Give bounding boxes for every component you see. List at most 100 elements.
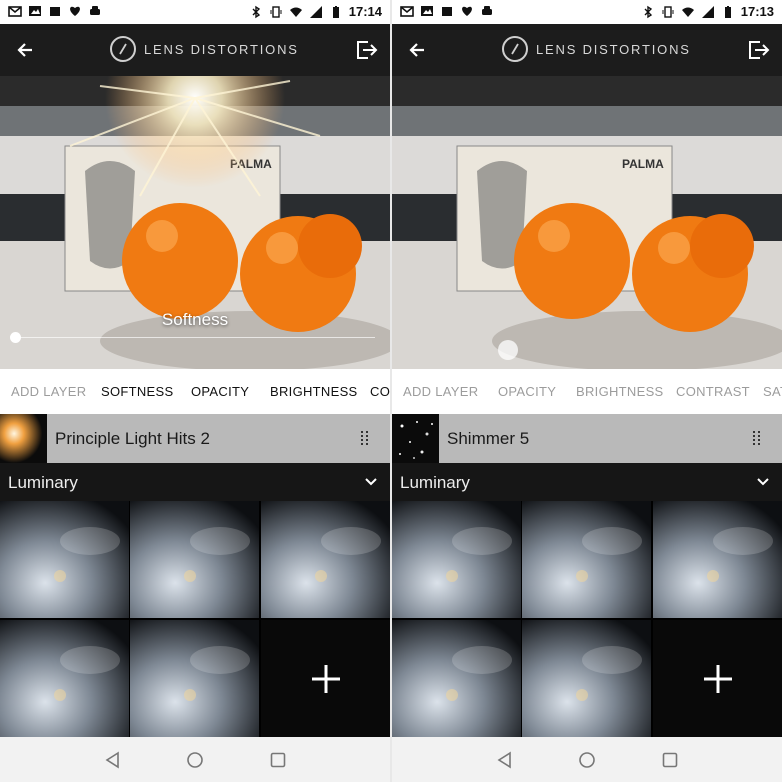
effect-tile[interactable] — [653, 501, 782, 618]
image-icon — [420, 4, 434, 18]
triangle-back-icon — [497, 751, 511, 769]
export-button[interactable] — [744, 36, 772, 64]
layer-name: Principle Light Hits 2 — [55, 429, 210, 448]
plus-icon — [703, 664, 732, 693]
navigation-bar — [392, 737, 782, 782]
image-icon — [28, 4, 42, 18]
adjustment-tabs: ADD LAYER OPACITY BRIGHTNESS CONTRAST SA… — [392, 369, 782, 414]
layer-row[interactable]: Principle Light Hits 2 — [0, 414, 390, 463]
category-dropdown[interactable]: Luminary — [0, 463, 390, 501]
layer-name: Shimmer 5 — [447, 429, 530, 448]
nav-recents-button[interactable] — [661, 751, 679, 769]
bluetooth-icon — [641, 5, 655, 19]
category-label: Luminary — [8, 473, 78, 492]
navigation-bar — [0, 737, 390, 782]
app-bar: LENS DISTORTIONS — [392, 24, 782, 76]
add-effect-button[interactable] — [653, 620, 782, 737]
nav-home-button[interactable] — [578, 751, 596, 769]
adjustment-label: Softness — [161, 310, 229, 329]
add-effect-button[interactable] — [261, 620, 390, 737]
vibrate-icon — [661, 5, 675, 19]
effect-tile[interactable] — [522, 501, 651, 618]
signal-icon — [701, 5, 715, 19]
shopping-icon — [48, 4, 62, 18]
gmail-icon — [400, 4, 414, 18]
app-title: LENS DISTORTIONS — [536, 41, 691, 57]
bluetooth-icon — [249, 5, 263, 19]
app-logo: LENS DISTORTIONS — [110, 36, 299, 62]
tab-opacity[interactable]: OPACITY — [498, 384, 556, 399]
tab-brightness[interactable]: BRIGHTNESS — [270, 384, 358, 399]
vibrate-icon — [269, 5, 283, 19]
drag-handle-icon[interactable] — [360, 430, 370, 448]
adjustment-tabs: ADD LAYER SOFTNESS OPACITY BRIGHTNESS CO… — [0, 369, 390, 414]
chevron-down-icon — [365, 478, 377, 486]
tab-add-layer[interactable]: ADD LAYER — [403, 384, 478, 399]
effect-tile[interactable] — [130, 501, 259, 618]
photo-preview[interactable]: Softness — [0, 76, 390, 369]
effect-tile[interactable] — [522, 620, 651, 737]
tab-saturation[interactable]: SAT — [763, 384, 782, 399]
app-title: LENS DISTORTIONS — [144, 41, 299, 57]
effect-tile[interactable] — [0, 501, 129, 618]
effect-tile[interactable] — [392, 620, 521, 737]
signal-icon — [309, 5, 323, 19]
square-recents-icon — [270, 752, 286, 768]
wifi-icon — [289, 5, 303, 19]
square-recents-icon — [662, 752, 678, 768]
heart-icon — [460, 4, 474, 18]
effect-tile[interactable] — [392, 501, 521, 618]
battery-icon — [329, 5, 343, 19]
export-button[interactable] — [352, 36, 380, 64]
plus-icon — [311, 664, 340, 693]
arrow-left-icon — [17, 43, 32, 57]
tab-opacity[interactable]: OPACITY — [191, 384, 249, 399]
category-label: Luminary — [400, 473, 470, 492]
nav-back-button[interactable] — [104, 751, 122, 769]
effect-grid — [392, 501, 782, 737]
app-logo: LENS DISTORTIONS — [502, 36, 691, 62]
tab-brightness[interactable]: BRIGHTNESS — [576, 384, 664, 399]
back-button[interactable] — [404, 36, 432, 64]
wifi-icon — [681, 5, 695, 19]
effect-grid — [0, 501, 390, 737]
lens-logo-icon — [110, 36, 136, 62]
export-icon — [357, 41, 378, 59]
nav-home-button[interactable] — [186, 751, 204, 769]
nav-back-button[interactable] — [496, 751, 514, 769]
status-bar: 17:13 — [392, 0, 782, 24]
lens-logo-icon — [502, 36, 528, 62]
tab-add-layer[interactable]: ADD LAYER — [11, 384, 86, 399]
status-bar: 17:14 — [0, 0, 390, 24]
tab-contrast[interactable]: CONTRAST — [676, 384, 750, 399]
tab-softness[interactable]: SOFTNESS — [101, 384, 173, 399]
status-time: 17:14 — [348, 4, 382, 19]
effect-tile[interactable] — [130, 620, 259, 737]
layer-row[interactable]: Shimmer 5 — [392, 414, 782, 463]
softness-slider-track[interactable] — [15, 337, 375, 338]
effect-position-knob[interactable] — [498, 340, 518, 360]
tab-contrast[interactable]: COI — [370, 384, 390, 399]
category-dropdown[interactable]: Luminary — [392, 463, 782, 501]
status-time: 17:13 — [740, 4, 774, 19]
triangle-back-icon — [105, 751, 119, 769]
circle-home-icon — [579, 752, 595, 768]
screen-left: 17:14 LENS DISTORTIONS Softness ADD LAYE… — [0, 0, 390, 782]
softness-slider-knob[interactable] — [10, 332, 21, 343]
circle-home-icon — [187, 752, 203, 768]
effect-tile[interactable] — [0, 620, 129, 737]
heart-icon — [68, 4, 82, 18]
drag-handle-icon[interactable] — [752, 430, 762, 448]
shopping-icon — [440, 4, 454, 18]
effect-tile[interactable] — [261, 501, 390, 618]
arrow-left-icon — [409, 43, 424, 57]
car-icon — [480, 4, 494, 18]
photo-preview[interactable] — [392, 76, 782, 369]
chevron-down-icon — [757, 478, 769, 486]
back-button[interactable] — [12, 36, 40, 64]
layer-thumbnail — [392, 414, 439, 463]
app-bar: LENS DISTORTIONS — [0, 24, 390, 76]
gmail-icon — [8, 4, 22, 18]
layer-thumbnail — [0, 414, 47, 463]
nav-recents-button[interactable] — [269, 751, 287, 769]
